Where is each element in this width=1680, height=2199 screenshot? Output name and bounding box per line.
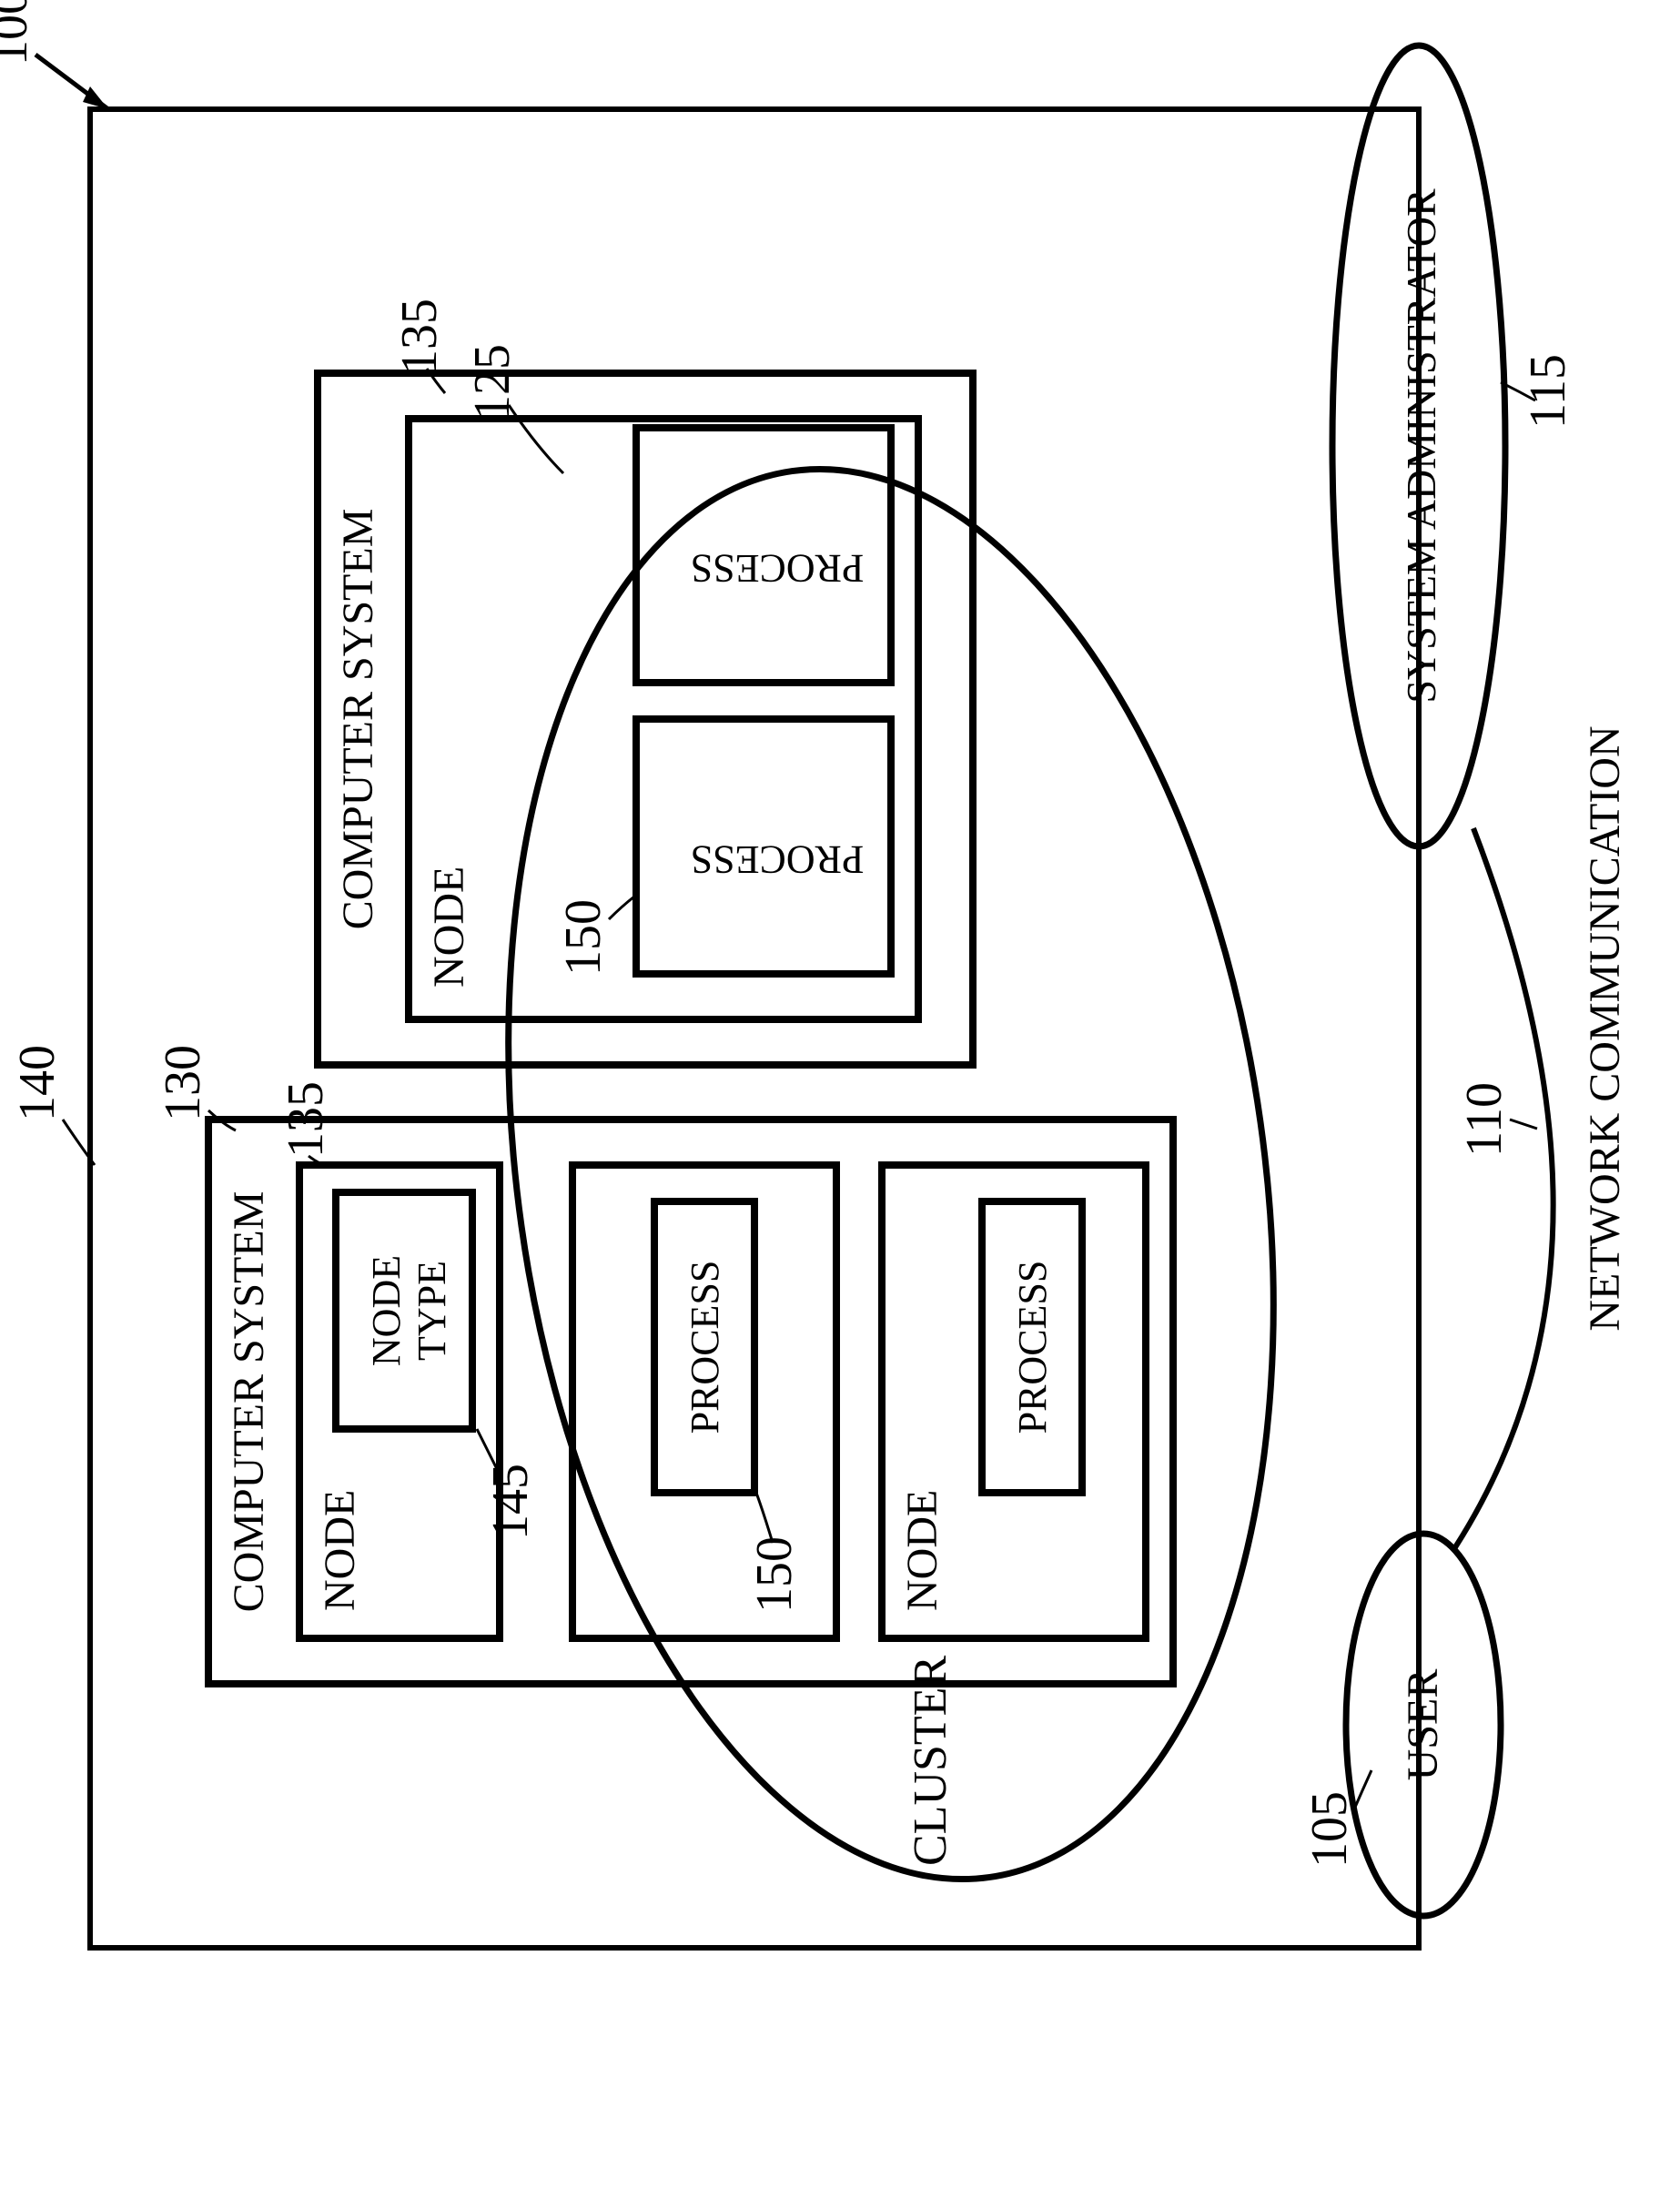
process-150-right-leader: [609, 897, 634, 919]
node-right-ref: 135: [391, 299, 448, 375]
process-right-b-label: PROCESS: [691, 546, 865, 591]
process-150-left-leader: [756, 1493, 773, 1543]
user-admin-link: [1455, 828, 1553, 1547]
process-150-ref-left: 150: [746, 1536, 803, 1613]
node-right-label: NODE: [425, 866, 473, 988]
network-comm-leader: [1510, 1120, 1537, 1129]
main-ref: 100: [0, 0, 38, 66]
admin-label: SYSTEM ADMINISTRATOR: [1398, 188, 1444, 704]
process-bottom-left-label: PROCESS: [1010, 1261, 1055, 1434]
main-ref-arrow: [35, 55, 108, 109]
computer-system-left-ref: 130: [155, 1045, 211, 1121]
user-ref: 105: [1301, 1791, 1358, 1868]
node-type-ref: 145: [482, 1464, 539, 1540]
user-ref-leader: [1353, 1770, 1371, 1811]
node-top-left-label: NODE: [316, 1490, 364, 1611]
computer-system-right-label: COMPUTER SYSTEM: [334, 509, 382, 930]
process-mid-left-label: PROCESS: [683, 1261, 727, 1434]
network-comm-label: NETWORK COMMUNICATION: [1581, 725, 1629, 1331]
network-box: [90, 109, 1419, 1948]
network-ref: 140: [9, 1045, 66, 1121]
user-label: USER: [1399, 1669, 1447, 1781]
process-150-ref-right: 150: [555, 899, 612, 976]
node-bottom-left-label: NODE: [898, 1490, 946, 1611]
network-comm-ref: 110: [1456, 1082, 1513, 1157]
computer-system-left-label: COMPUTER SYSTEM: [225, 1191, 273, 1613]
process-right-a-label: PROCESS: [691, 837, 865, 882]
admin-ref: 115: [1520, 354, 1576, 429]
node-type-line1: NODE: [364, 1255, 409, 1366]
cluster-label: CLUSTER: [905, 1656, 956, 1866]
node-type-line2: TYPE: [410, 1261, 454, 1361]
node-top-left-ref: 135: [278, 1081, 334, 1158]
